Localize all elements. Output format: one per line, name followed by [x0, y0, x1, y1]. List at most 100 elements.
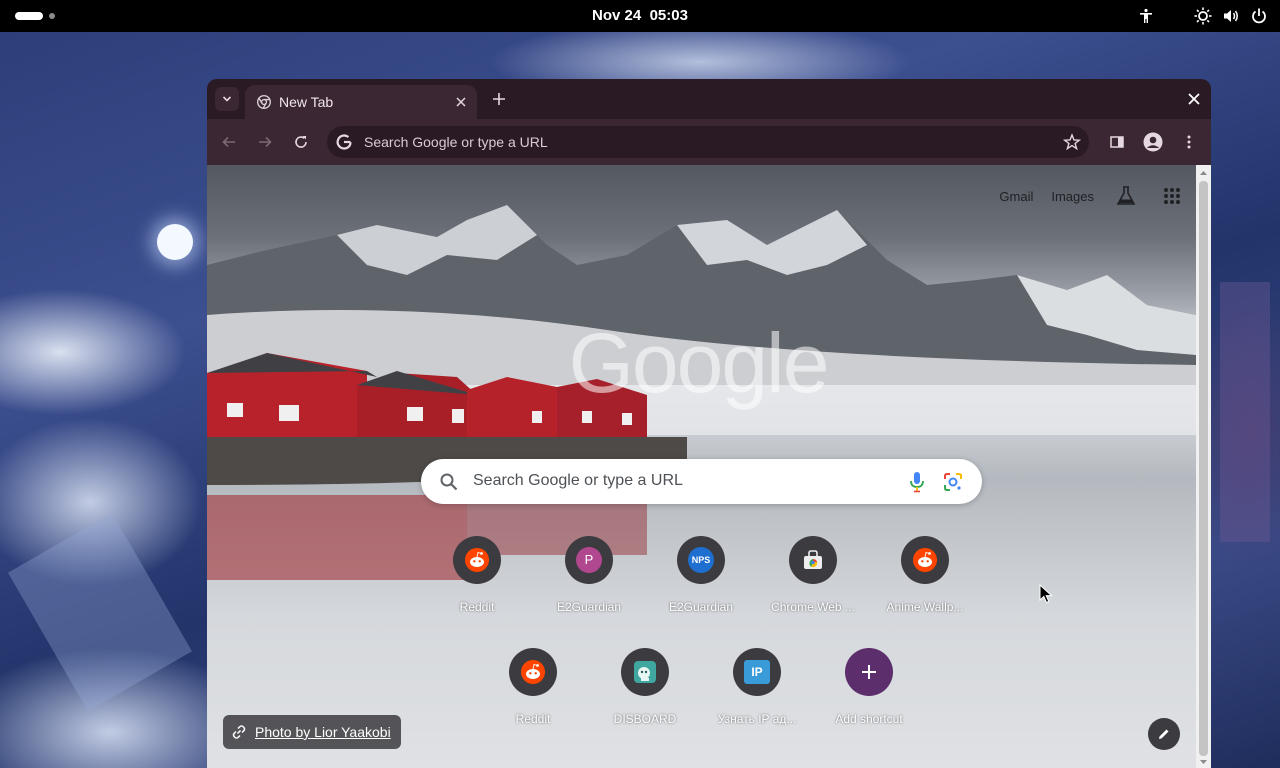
shortcut-icon-container [453, 536, 501, 584]
address-bar-placeholder: Search Google or type a URL [364, 134, 548, 150]
pencil-icon [1159, 729, 1169, 739]
side-panel-button[interactable] [1105, 130, 1129, 154]
flask-icon [1116, 186, 1136, 205]
vertical-scrollbar[interactable] [1196, 165, 1211, 768]
plus-icon [493, 93, 505, 105]
back-button[interactable] [217, 130, 241, 154]
wallpaper-shape [1220, 282, 1270, 542]
ntp-search-placeholder: Search Google or type a URL [473, 472, 683, 489]
tab-title: New Tab [279, 94, 334, 110]
shortcut-tile[interactable]: Chrome Web ... [757, 536, 869, 642]
address-bar[interactable]: Search Google or type a URL [327, 126, 1089, 158]
apps-grid-icon [1164, 188, 1180, 204]
browser-window: New Tab Search Google or type a URL Gmai… [207, 79, 1211, 768]
shortcut-icon-container [509, 648, 557, 696]
shortcut-label: Anime Wallp... [886, 600, 964, 614]
google-logo: Google [568, 316, 830, 410]
accessibility-icon[interactable] [1138, 8, 1154, 24]
power-icon[interactable] [1250, 7, 1268, 25]
images-link[interactable]: Images [1051, 189, 1094, 204]
shortcut-tile[interactable]: Reddit [421, 536, 533, 642]
menu-button[interactable] [1177, 130, 1201, 154]
reddit-icon [521, 660, 545, 684]
link-icon [232, 725, 246, 739]
shortcut-icon-container: NPS [677, 536, 725, 584]
shortcut-tile[interactable]: NPS E2Guardian [645, 536, 757, 642]
bookmark-star-icon[interactable] [1063, 133, 1081, 151]
microphone-icon[interactable] [907, 471, 927, 493]
search-icon [440, 473, 458, 491]
arrow-left-icon [222, 136, 235, 148]
tab-new-tab[interactable]: New Tab [245, 85, 477, 119]
scrollbar-thumb[interactable] [1199, 181, 1208, 756]
scroll-up-arrow-icon[interactable] [1199, 169, 1208, 177]
shortcut-icon-container [789, 536, 837, 584]
profile-button[interactable] [1141, 130, 1165, 154]
labs-button[interactable] [1112, 182, 1140, 210]
wallpaper-shape [8, 512, 192, 712]
disboard-icon [634, 661, 656, 683]
reload-button[interactable] [289, 130, 313, 154]
letter-p-icon: P [576, 547, 602, 573]
shortcut-label: Узнать IP ад... [717, 712, 797, 726]
volume-icon[interactable] [1222, 7, 1240, 25]
shortcut-icon-container [901, 536, 949, 584]
shortcut-icon-container: IP [733, 648, 781, 696]
wallpaper-moon [157, 224, 193, 260]
brightness-icon[interactable] [1194, 7, 1212, 25]
reddit-icon [465, 548, 489, 572]
tab-close-button[interactable] [453, 94, 469, 110]
toolbar: Search Google or type a URL [207, 119, 1211, 165]
scroll-down-arrow-icon[interactable] [1199, 758, 1208, 766]
clock[interactable]: Nov 24 05:03 [0, 0, 1280, 32]
forward-button[interactable] [253, 130, 277, 154]
system-tray[interactable] [1138, 0, 1268, 32]
shortcut-tile[interactable]: Anime Wallp... [869, 536, 981, 642]
shortcut-label: E2Guardian [556, 600, 622, 614]
shortcut-label: DISBOARD [613, 712, 677, 726]
chrome-web-store-icon [804, 550, 822, 569]
tab-search-button[interactable] [215, 87, 239, 111]
shortcut-icon-container [845, 648, 893, 696]
kebab-menu-icon [1187, 135, 1191, 149]
shortcut-label: Reddit [459, 600, 495, 614]
shortcut-tile[interactable]: P E2Guardian [533, 536, 645, 642]
close-icon [1188, 93, 1200, 105]
clock-label: Nov 24 05:03 [592, 7, 688, 24]
add-shortcut-button[interactable]: Add shortcut [813, 648, 925, 754]
customize-chrome-button[interactable] [1148, 718, 1180, 750]
profile-avatar-icon [1143, 132, 1163, 152]
window-close-button[interactable] [1185, 90, 1203, 108]
tab-strip: New Tab [207, 79, 1211, 119]
google-g-icon [336, 134, 352, 150]
new-tab-button[interactable] [487, 87, 511, 111]
shortcut-icon-container: P [565, 536, 613, 584]
google-lens-icon[interactable] [942, 471, 964, 493]
gmail-link[interactable]: Gmail [999, 189, 1033, 204]
shortcut-label: E2Guardian [668, 600, 734, 614]
shortcut-label: Chrome Web ... [771, 600, 855, 614]
plus-icon [862, 665, 876, 679]
shortcut-tile[interactable]: IP Узнать IP ад... [701, 648, 813, 754]
shortcut-tile[interactable]: DISBOARD [589, 648, 701, 754]
photo-attribution[interactable]: Photo by Lior Yaakobi [223, 715, 401, 749]
google-apps-button[interactable] [1158, 182, 1186, 210]
chrome-icon [257, 95, 271, 109]
photo-attribution-text: Photo by Lior Yaakobi [255, 724, 391, 740]
mouse-cursor-icon [1039, 584, 1053, 604]
reddit-icon [913, 548, 937, 572]
shortcut-icon-container [621, 648, 669, 696]
ip-icon: IP [744, 660, 770, 684]
close-icon [456, 97, 466, 107]
shortcut-tile[interactable]: Reddit [477, 648, 589, 754]
nps-icon: NPS [688, 547, 714, 573]
ntp-top-links: Gmail Images [999, 181, 1186, 211]
side-panel-icon [1110, 136, 1124, 148]
shortcut-label: Add shortcut [835, 712, 903, 726]
ntp-search-box[interactable]: Search Google or type a URL [421, 459, 982, 504]
shortcut-label: Reddit [515, 712, 551, 726]
reload-icon [295, 136, 307, 148]
top-bar: Nov 24 05:03 [0, 0, 1280, 32]
chevron-down-icon [222, 96, 232, 102]
arrow-right-icon [259, 136, 272, 148]
